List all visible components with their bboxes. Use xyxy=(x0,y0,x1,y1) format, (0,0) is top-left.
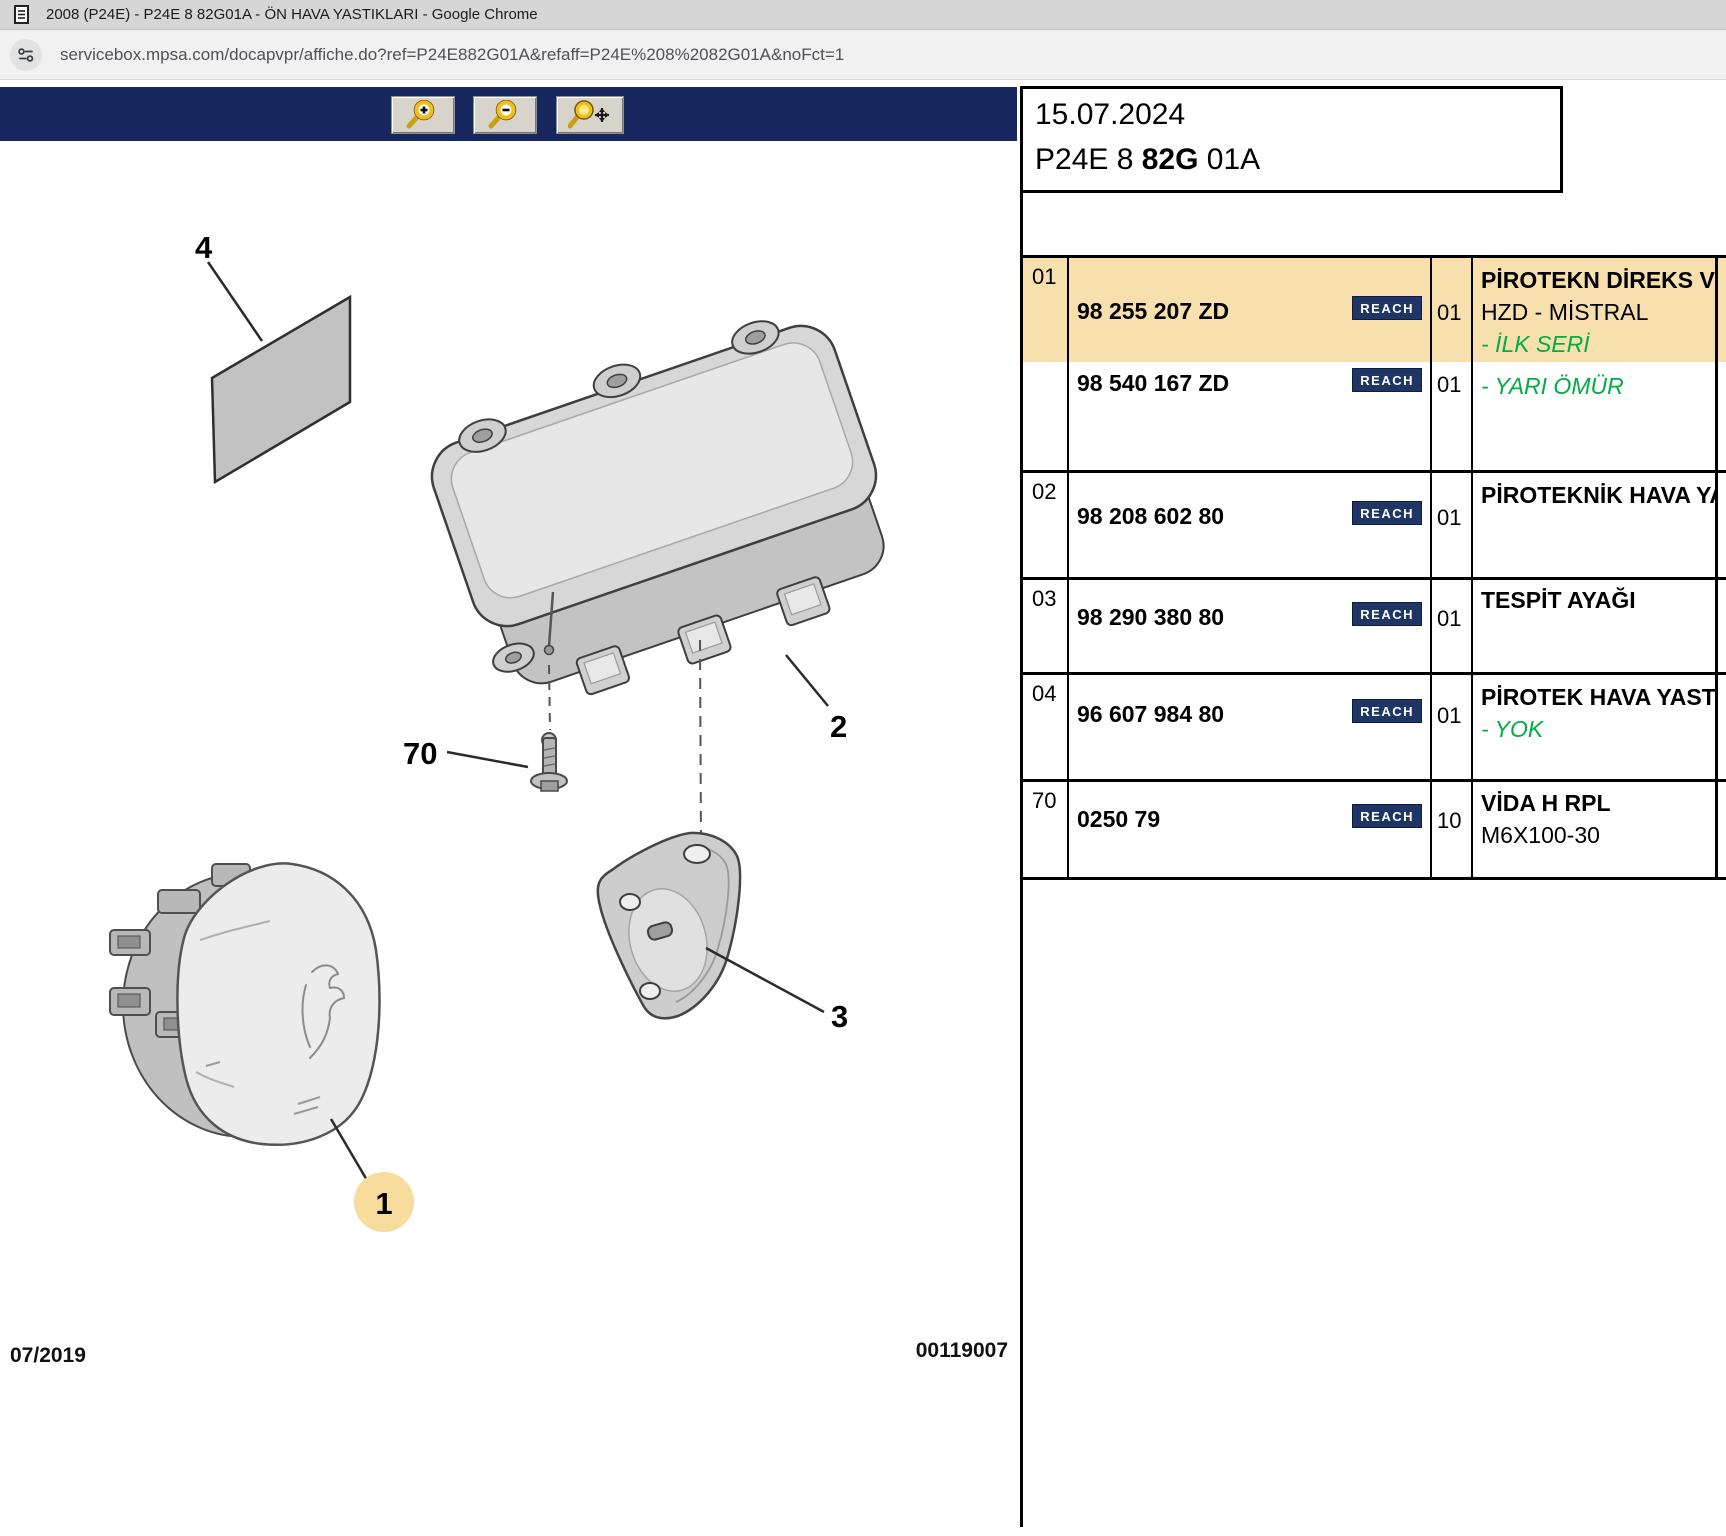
clipped-column xyxy=(1718,782,1726,877)
zoom-out-button[interactable] xyxy=(473,96,537,134)
diagram-sheet-number: 00119007 xyxy=(916,1339,1008,1362)
description-cell: TESPİT AYAĞI xyxy=(1473,580,1718,672)
quantity-cell: 10 xyxy=(1432,782,1473,877)
clipped-column xyxy=(1718,580,1726,672)
part2-stud-tip xyxy=(545,646,554,655)
leader-line-part2 xyxy=(786,655,828,706)
parts-diagram: 4 2 xyxy=(0,141,1020,1536)
part-description: PİROTEKNİK HAVA YA xyxy=(1473,479,1715,511)
quantity-value: 01 xyxy=(1437,703,1461,729)
reach-badge[interactable]: REACH xyxy=(1352,699,1422,723)
item-number-cell: 04 xyxy=(1023,675,1069,779)
reference-cell: 0250 79 REACH xyxy=(1069,782,1432,877)
part-reference[interactable]: 0250 79 xyxy=(1077,806,1160,833)
quantity-value: 10 xyxy=(1437,808,1461,834)
description-cell: PİROTEKNİK HAVA YA xyxy=(1473,473,1718,577)
reach-badge[interactable]: REACH xyxy=(1352,804,1422,828)
item-number-cell: 02 xyxy=(1023,473,1069,577)
part-label-4[interactable]: 4 xyxy=(195,230,213,265)
window-titlebar[interactable]: 2008 (P24E) - P24E 8 82G01A - ÖN HAVA YA… xyxy=(0,0,1726,30)
leader-line-part3 xyxy=(706,948,824,1012)
quantity-cell: 01 xyxy=(1432,473,1473,577)
quantity-cell: 01 xyxy=(1432,580,1473,672)
reach-badge[interactable]: REACH xyxy=(1352,368,1422,392)
description-cell: PİROTEK HAVA YAST - YOK xyxy=(1473,675,1718,779)
zoom-out-icon xyxy=(488,100,522,130)
part-description: PİROTEKN DİREKS VO xyxy=(1473,264,1715,296)
zoom-pan-icon xyxy=(568,100,612,130)
part3-bracket[interactable]: 3 xyxy=(598,833,849,1034)
url-text[interactable]: servicebox.mpsa.com/docapvpr/affiche.do?… xyxy=(60,45,844,65)
document-icon xyxy=(14,5,30,25)
reach-badge[interactable]: REACH xyxy=(1352,501,1422,525)
quantity-cell: 01 01 xyxy=(1432,258,1473,470)
reference-cell: 98 290 380 80 REACH xyxy=(1069,580,1432,672)
clipped-column xyxy=(1718,675,1726,779)
part-reference[interactable]: 98 255 207 ZD xyxy=(1077,298,1229,325)
zoom-in-icon xyxy=(406,100,440,130)
zoom-in-button[interactable] xyxy=(391,96,455,134)
site-settings-icon xyxy=(17,46,35,64)
clipped-column xyxy=(1718,473,1726,577)
dashed-line-bracket xyxy=(700,640,701,845)
browser-urlbar[interactable]: servicebox.mpsa.com/docapvpr/affiche.do?… xyxy=(0,30,1726,80)
part-description-note: - YARI ÖMÜR xyxy=(1473,370,1715,402)
quantity-value: 01 xyxy=(1437,300,1461,326)
table-row-03[interactable]: 03 98 290 380 80 REACH 01 TESPİT AYAĞI xyxy=(1023,580,1726,675)
part-description: PİROTEK HAVA YAST xyxy=(1473,681,1715,713)
parts-table: 01 98 255 207 ZD REACH 98 540 167 ZD REA… xyxy=(1020,255,1726,880)
part-description-detail: HZD - MİSTRAL xyxy=(1473,296,1715,328)
diagram-revision-date: 07/2019 xyxy=(10,1344,86,1367)
leader-line-part1 xyxy=(331,1119,371,1187)
table-row-02[interactable]: 02 98 208 602 80 REACH 01 PİROTEKNİK HAV… xyxy=(1023,473,1726,580)
part-description: TESPİT AYAĞI xyxy=(1473,584,1715,616)
reach-badge[interactable]: REACH xyxy=(1352,296,1422,320)
table-row-01[interactable]: 01 98 255 207 ZD REACH 98 540 167 ZD REA… xyxy=(1023,258,1726,473)
quantity-cell: 01 xyxy=(1432,675,1473,779)
part-description-note: - YOK xyxy=(1473,713,1715,745)
item-number-cell: 03 xyxy=(1023,580,1069,672)
reference-cell: 98 208 602 80 REACH xyxy=(1069,473,1432,577)
part-description: VİDA H RPL xyxy=(1473,787,1715,819)
reference-cell: 96 607 984 80 REACH xyxy=(1069,675,1432,779)
reference-cell: 98 255 207 ZD REACH 98 540 167 ZD REACH xyxy=(1069,258,1432,470)
part-reference[interactable]: 98 208 602 80 xyxy=(1077,503,1224,530)
clipped-column xyxy=(1718,258,1726,470)
doc-ref-suffix: 01A xyxy=(1198,143,1260,176)
part-label-1[interactable]: 1 xyxy=(375,1186,392,1221)
part-label-2[interactable]: 2 xyxy=(830,709,847,744)
diagram-toolbar xyxy=(0,87,1017,141)
part4-label-sheet[interactable]: 4 xyxy=(195,230,350,482)
doc-ref-bold: 82G xyxy=(1142,143,1199,176)
quantity-value: 01 xyxy=(1437,372,1461,398)
site-settings-button[interactable] xyxy=(10,39,42,71)
leader-line-part4 xyxy=(208,262,262,341)
part1-driver-airbag[interactable]: 1 xyxy=(110,863,414,1232)
part-label-70[interactable]: 70 xyxy=(403,736,437,771)
part-description-detail: M6X100-30 xyxy=(1473,819,1715,851)
table-row-70[interactable]: 70 0250 79 REACH 10 VİDA H RPL M6X100-30 xyxy=(1023,782,1726,877)
document-header-box: 15.07.2024 P24E 8 82G 01A xyxy=(1020,86,1563,193)
table-row-04[interactable]: 04 96 607 984 80 REACH 01 PİROTEK HAVA Y… xyxy=(1023,675,1726,782)
part2-passenger-airbag[interactable]: 2 xyxy=(414,296,916,744)
part-description-note: - İLK SERİ xyxy=(1473,328,1715,360)
part-reference[interactable]: 96 607 984 80 xyxy=(1077,701,1224,728)
window-title: 2008 (P24E) - P24E 8 82G01A - ÖN HAVA YA… xyxy=(46,6,538,23)
part-label-3[interactable]: 3 xyxy=(831,999,848,1034)
reach-badge[interactable]: REACH xyxy=(1352,602,1422,626)
document-date: 15.07.2024 xyxy=(1035,92,1560,137)
doc-ref-prefix: P24E 8 xyxy=(1035,143,1142,176)
leader-line-part70 xyxy=(447,752,528,767)
item-number-cell: 70 xyxy=(1023,782,1069,877)
part-reference[interactable]: 98 290 380 80 xyxy=(1077,604,1224,631)
document-reference: P24E 8 82G 01A xyxy=(1035,137,1560,182)
description-cell: PİROTEKN DİREKS VO HZD - MİSTRAL - İLK S… xyxy=(1473,258,1718,470)
part-reference[interactable]: 98 540 167 ZD xyxy=(1077,370,1229,397)
description-cell: VİDA H RPL M6X100-30 xyxy=(1473,782,1718,877)
item-number-cell: 01 xyxy=(1023,258,1069,470)
quantity-value: 01 xyxy=(1437,606,1461,632)
quantity-value: 01 xyxy=(1437,505,1461,531)
zoom-pan-button[interactable] xyxy=(556,96,624,134)
part70-screw[interactable]: 70 xyxy=(403,733,567,791)
